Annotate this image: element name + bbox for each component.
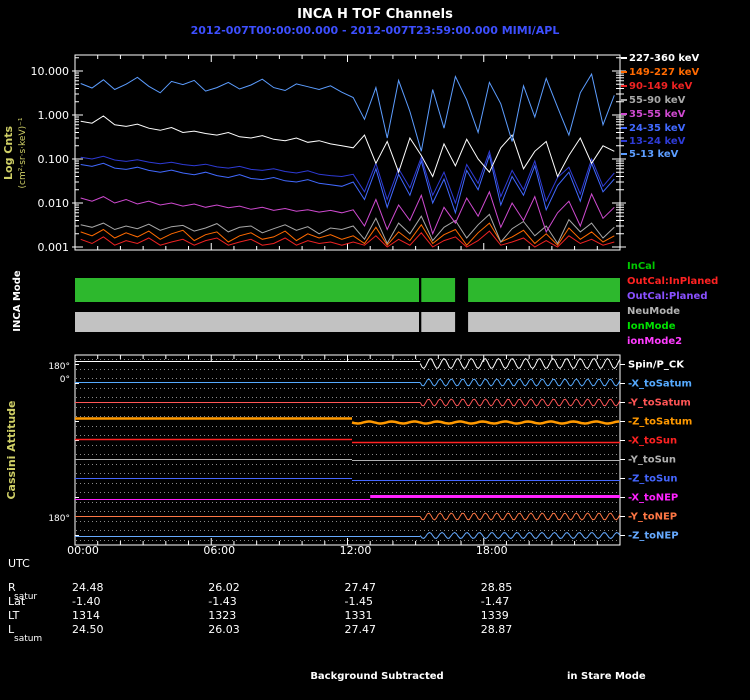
ephemeris-value: 1339 [481, 609, 509, 622]
mode-legend-outcal-inplaned: OutCal:InPlaned [627, 276, 718, 287]
tof-series-5-13-kev [80, 72, 615, 152]
tof-series-13-24-kev [80, 149, 615, 205]
attitude-label--x-tosun: -X_toSun [628, 436, 677, 447]
attitude-ytick-label: 0° [60, 375, 70, 385]
attitude-label--z-tosun: -Z_toSun [628, 474, 678, 485]
attitude-label--y-tosun: -Y_toSun [628, 455, 676, 466]
mode-legend-ionmode2: ionMode2 [627, 336, 682, 347]
ephemeris-value: 24.48 [72, 581, 104, 594]
inca-tof-plot-window: 10.000 1.000 0.100 0.010 0.001 227-360 keV 149… [0, 0, 750, 700]
annotation-stare-mode: in Stare Mode [567, 671, 646, 682]
tof-y-axis-unit: (cm²·sr·s·keV)⁻¹ [18, 117, 28, 188]
ephemeris-value: 24.50 [72, 623, 104, 636]
ephemeris-sublabel-satum: satum [14, 634, 42, 644]
tof-legend-149-227-kev: 149-227 keV [629, 67, 700, 78]
ephemeris-value: 1331 [345, 609, 373, 622]
ephemeris-value: 1314 [72, 609, 100, 622]
mode-legend-outcal-planed: OutCal:Planed [627, 291, 707, 302]
ephemeris-value: -1.47 [481, 595, 509, 608]
ephemeris-value: 28.85 [481, 581, 513, 594]
tof-ytick-label: 10.000 [31, 65, 70, 78]
attitude-trace--y-tosatum [419, 398, 621, 407]
mode-legend-neumode: NeuMode [627, 306, 680, 317]
attitude-ytick-label: 180° [48, 362, 70, 372]
attitude-label--y-tosatum: -Y_toSatum [628, 398, 691, 409]
xtick-label: 18:00 [476, 544, 508, 557]
ephemeris-value: -1.45 [345, 595, 373, 608]
tof-legend-55-90-kev: 55-90 keV [629, 95, 686, 106]
mode-bar-neumode [468, 312, 620, 332]
tof-y-axis-label: Log Cnts [2, 126, 15, 180]
mode-bar-neumode [421, 312, 456, 332]
page-title: INCA H TOF Channels [297, 7, 453, 22]
tof-ytick-label: 0.010 [38, 197, 70, 210]
mode-panel-label: INCA Mode [12, 270, 23, 332]
ephemeris-label-lt: LT [8, 609, 20, 622]
tof-legend-13-24-kev: 13-24 keV [629, 136, 686, 147]
attitude-ytick-label: 180° [48, 514, 70, 524]
attitude-trace--z-tosatum [351, 420, 620, 425]
mode-bar-ionmode [468, 278, 620, 302]
mode-legend-ionmode: IonMode [627, 321, 676, 332]
ephemeris-label-lat: Lat [8, 595, 26, 608]
attitude-panel-label: Cassini Attitude [5, 400, 18, 499]
ephemeris-value: 26.03 [208, 623, 240, 636]
tof-ytick-label: 0.001 [38, 241, 70, 254]
xtick-label: 00:00 [67, 544, 99, 557]
ephemeris-value: 28.87 [481, 623, 513, 636]
attitude-trace--z-tonep [419, 531, 621, 540]
attitude-label--z-tonep: -Z_toNEP [628, 531, 679, 542]
tof-legend-5-13-kev: 5-13 keV [629, 149, 679, 160]
attitude-label--x-tonep: -X_toNEP [628, 493, 678, 504]
attitude-label-spin-p-ck: Spin/P_CK [628, 360, 685, 371]
page-subtitle: 2012-007T00:00:00.000 - 2012-007T23:59:0… [191, 24, 560, 37]
ephemeris-value: -1.43 [208, 595, 236, 608]
tof-legend-24-35-kev: 24-35 keV [629, 123, 686, 134]
xtick-label: 06:00 [203, 544, 235, 557]
tof-legend-35-55-kev: 35-55 keV [629, 109, 686, 120]
xtick-label: 12:00 [340, 544, 372, 557]
mode-legend-incal: InCal [627, 261, 655, 272]
tof-series-149-227-kev [80, 222, 615, 247]
attitude-trace--y-tonep [419, 512, 621, 521]
attitude-trace--x-tosatum [419, 378, 621, 387]
attitude-label--x-tosatum: -X_toSatum [628, 379, 692, 390]
attitude-label--y-tonep: -Y_toNEP [628, 512, 677, 523]
inca-chart: 10.000 1.000 0.100 0.010 0.001 227-360 keV 149… [2, 7, 718, 682]
ephemeris-value: 27.47 [345, 623, 377, 636]
mode-bar-ionmode [75, 278, 419, 302]
tof-ytick-label: 1.000 [38, 109, 70, 122]
tof-panel-frame [74, 54, 621, 251]
tof-ytick-label: 0.100 [38, 153, 70, 166]
mode-bar-neumode [75, 312, 419, 332]
utc-row-label: UTC [8, 557, 30, 570]
ephemeris-value: -1.40 [72, 595, 100, 608]
annotation-background-subtracted: Background Subtracted [310, 671, 443, 682]
ephemeris-value: 27.47 [345, 581, 377, 594]
attitude-label--z-tosatum: -Z_toSatum [628, 417, 692, 428]
tof-legend-227-360-kev: 227-360 keV [629, 53, 700, 64]
mode-bar-ionmode [421, 278, 456, 302]
ephemeris-value: 1323 [208, 609, 236, 622]
tof-legend-90-149-kev: 90-149 keV [629, 81, 693, 92]
ephemeris-value: 26.02 [208, 581, 240, 594]
plot-layers: 10.000 1.000 0.100 0.010 0.001 227-360 keV 149… [8, 53, 718, 644]
